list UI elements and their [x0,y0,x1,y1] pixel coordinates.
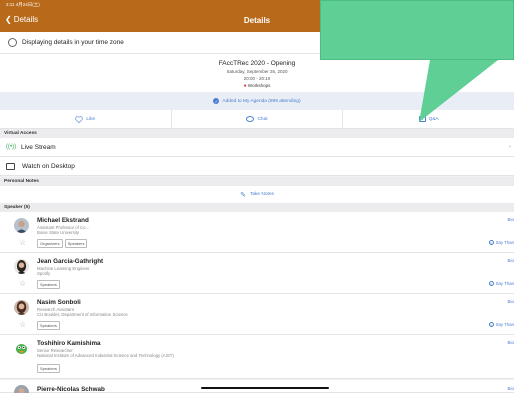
star-icon[interactable]: ☆ [19,279,26,288]
home-indicator [201,387,329,389]
speaker-tags: Speakers [37,364,60,373]
take-notes-button[interactable]: ✎ Take Notes [0,186,514,203]
speaker-name: Toshihiro Kamishima [37,340,101,347]
say-thanks-label: Say Than [495,240,514,245]
thanks-icon: ☺ [488,240,494,245]
watch-desktop-label: Watch on Desktop [22,162,75,170]
personal-notes-header: Personal Notes [0,177,514,186]
speakers-header: Speaker (5) [0,203,514,212]
avatar [14,300,29,315]
speaker-name: Michael Ekstrand [37,217,89,224]
say-thanks-label: Say Than [495,322,514,327]
speaker-row[interactable]: Toshihiro Kamishima Senior Researcher Na… [0,335,514,379]
tag-speakers: Speakers [64,239,88,248]
avatar [14,218,29,233]
say-thanks-label: Say Than [495,281,514,286]
pencil-icon: ✎ [240,191,246,199]
like-label: Like [86,116,96,122]
event-track-label: Workshops [247,83,271,88]
bio-link[interactable]: Bio [507,340,514,345]
speaker-name: Pierre-Nicolas Schwab [37,386,105,393]
star-icon[interactable]: ☆ [19,320,26,329]
status-time: 2:11 [6,2,15,7]
annotation-callout [320,0,514,60]
say-thanks-button[interactable]: ☺ Say Than [488,240,514,245]
live-stream-icon: ((•)) [6,144,17,150]
live-stream-row[interactable]: ((•)) Live Stream › [0,138,514,157]
chat-button[interactable]: Chat [172,110,344,128]
avatar [14,385,29,393]
virtual-access-header: Virtual Access [0,129,514,138]
watch-desktop-row[interactable]: Watch on Desktop [0,157,514,176]
agenda-text: Added to My Agenda (899 attending) [222,98,301,104]
speaker-org: Spotify [37,271,51,276]
chevron-right-icon: › [509,144,511,150]
monitor-icon [6,162,15,170]
tag-speakers: Speakers [37,364,60,373]
speaker-org: National Institute of Advanced Industria… [37,353,174,358]
take-notes-label: Take Notes [249,192,274,197]
star-icon[interactable]: ☆ [19,238,26,247]
thanks-icon: ☺ [488,281,494,286]
chat-label: Chat [257,116,268,122]
speaker-org: Boise State University [37,230,80,235]
chat-icon [246,116,255,122]
bio-link[interactable]: Bio [507,258,514,263]
speaker-name: Jean Garcia-Gathright [37,258,104,265]
bio-link[interactable]: Bio [507,386,514,391]
thanks-icon: ☺ [488,322,494,327]
bio-link[interactable]: Bio [507,299,514,304]
speaker-row[interactable]: Nasim Sonboli Research Assistant CU Boul… [0,294,514,335]
say-thanks-button[interactable]: ☺ Say Than [488,281,514,286]
like-button[interactable]: Like [0,110,172,128]
avatar [14,259,29,274]
heart-icon [75,115,84,123]
status-date: 4月24日(土) [15,2,40,7]
speaker-name: Nasim Sonboli [37,299,81,306]
bio-link[interactable]: Bio [507,217,514,222]
avatar [14,341,29,356]
speaker-org: CU Boulder, Department of Information Sc… [37,312,128,317]
checkmark-icon: ✓ [213,98,220,104]
say-thanks-button[interactable]: ☺ Say Than [488,322,514,327]
tag-speakers: Speakers [37,280,60,289]
track-dot-icon: ● [243,83,247,89]
live-stream-label: Live Stream [21,143,56,151]
speaker-tags: Speakers [37,280,60,289]
speaker-row[interactable]: Jean Garcia-Gathright Machine Learning E… [0,253,514,294]
tag-organizers: Organizers [37,239,63,248]
tag-speakers: Speakers [37,321,60,330]
speaker-tags: Speakers [37,321,60,330]
speaker-row[interactable]: Michael Ekstrand Assistant Professor of … [0,212,514,253]
speaker-tags: Organizers Speakers [37,239,88,248]
timezone-text: Displaying details in your time zone [22,39,124,46]
globe-icon [8,38,17,47]
